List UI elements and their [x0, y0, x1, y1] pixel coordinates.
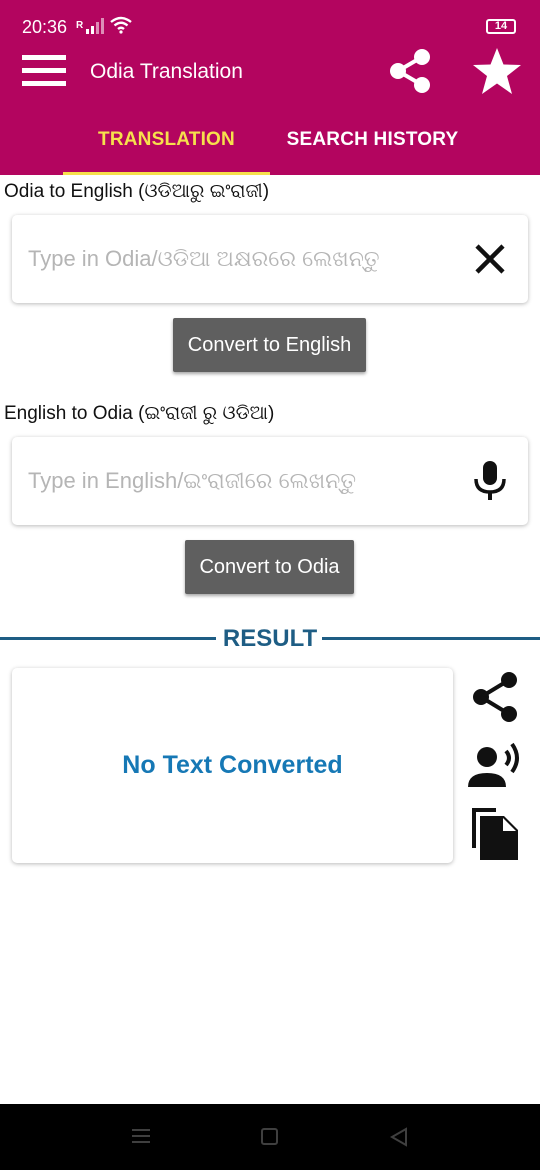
app-bar: 20:36 R 14 Odia Translation TRANSLATION … [0, 0, 540, 175]
copy-icon[interactable] [466, 804, 524, 862]
app-screen: 20:36 R 14 Odia Translation TRANSLATION … [0, 0, 540, 1170]
back-icon[interactable] [389, 1127, 409, 1147]
result-divider-left [0, 637, 216, 640]
convert-to-odia-button[interactable]: Convert to Odia [185, 540, 354, 594]
english-input[interactable] [28, 461, 458, 501]
result-title: RESULT [222, 625, 318, 652]
tab-search-history[interactable]: SEARCH HISTORY [270, 110, 475, 175]
tab-translation[interactable]: TRANSLATION [63, 110, 270, 175]
menu-icon[interactable] [22, 53, 66, 89]
share-icon[interactable] [386, 47, 434, 95]
active-tab-indicator [63, 172, 270, 175]
odia-input[interactable] [28, 239, 458, 279]
status-time: 20:36 [22, 17, 68, 37]
app-title: Odia Translation [90, 60, 243, 83]
result-text: No Text Converted [122, 751, 343, 779]
english-to-odia-label: English to Odia (ଇଂରାଜୀ ରୁ ଓଡିଆ) [4, 403, 275, 424]
wifi-icon [110, 16, 132, 34]
signal-bars-icon [86, 18, 106, 34]
star-icon[interactable] [471, 46, 523, 96]
convert-to-english-button[interactable]: Convert to English [173, 318, 366, 372]
status-bar: 20:36 R 14 [0, 0, 540, 52]
result-divider-right [322, 637, 540, 640]
speaker-person-icon[interactable] [466, 737, 524, 795]
odia-input-card [12, 215, 528, 303]
english-input-card [12, 437, 528, 525]
recent-apps-icon[interactable] [132, 1127, 150, 1145]
home-icon[interactable] [261, 1128, 278, 1145]
result-card: No Text Converted [12, 668, 453, 863]
signal-roaming-label: R [76, 20, 84, 31]
share-result-icon[interactable] [466, 668, 524, 726]
battery-indicator: 14 [486, 19, 516, 34]
microphone-icon[interactable] [470, 459, 510, 503]
odia-to-english-label: Odia to English (ଓଡିଆରୁ ଇଂରାଜୀ) [4, 181, 270, 202]
close-icon[interactable] [472, 241, 508, 277]
